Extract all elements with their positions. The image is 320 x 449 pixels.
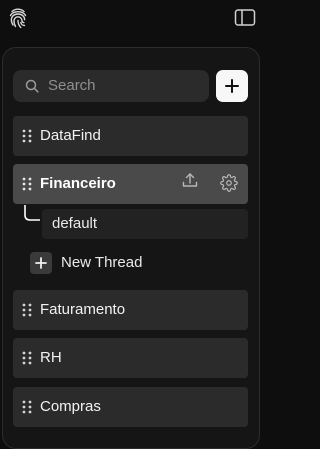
drag-handle-icon[interactable] bbox=[22, 351, 32, 365]
search-icon bbox=[25, 79, 39, 93]
plus-icon bbox=[30, 252, 52, 274]
workspace-item-rh[interactable]: RH bbox=[13, 338, 248, 378]
add-workspace-button[interactable] bbox=[216, 70, 248, 102]
workspace-item-faturamento[interactable]: Faturamento bbox=[13, 290, 248, 330]
workspace-item-financeiro[interactable]: Financeiro bbox=[13, 164, 248, 204]
search-bar[interactable]: Search bbox=[13, 70, 209, 102]
tree-connector-line bbox=[24, 205, 40, 221]
drag-handle-icon[interactable] bbox=[22, 177, 32, 191]
workspace-label: DataFind bbox=[40, 127, 101, 144]
workspace-label: RH bbox=[40, 349, 62, 366]
drag-handle-icon[interactable] bbox=[22, 303, 32, 317]
drag-handle-icon[interactable] bbox=[22, 400, 32, 414]
workspace-label: Financeiro bbox=[40, 175, 116, 192]
new-thread-label: New Thread bbox=[61, 254, 143, 271]
workspace-label: Compras bbox=[40, 398, 101, 415]
workspace-label: Faturamento bbox=[40, 301, 126, 318]
search-input[interactable]: Search bbox=[48, 77, 96, 94]
fingerprint-icon bbox=[9, 8, 27, 29]
upload-icon[interactable] bbox=[181, 171, 199, 189]
gear-icon[interactable] bbox=[220, 174, 238, 192]
top-bar bbox=[0, 0, 262, 40]
new-thread-button[interactable]: New Thread bbox=[30, 252, 190, 276]
workspace-item-compras[interactable]: Compras bbox=[13, 387, 248, 427]
plus-icon bbox=[225, 79, 239, 93]
workspace-item-datafind[interactable]: DataFind bbox=[13, 116, 248, 156]
sidebar-toggle-icon[interactable] bbox=[234, 8, 256, 28]
thread-label: default bbox=[52, 215, 98, 232]
drag-handle-icon[interactable] bbox=[22, 129, 32, 143]
thread-item-default[interactable]: default bbox=[42, 209, 248, 239]
